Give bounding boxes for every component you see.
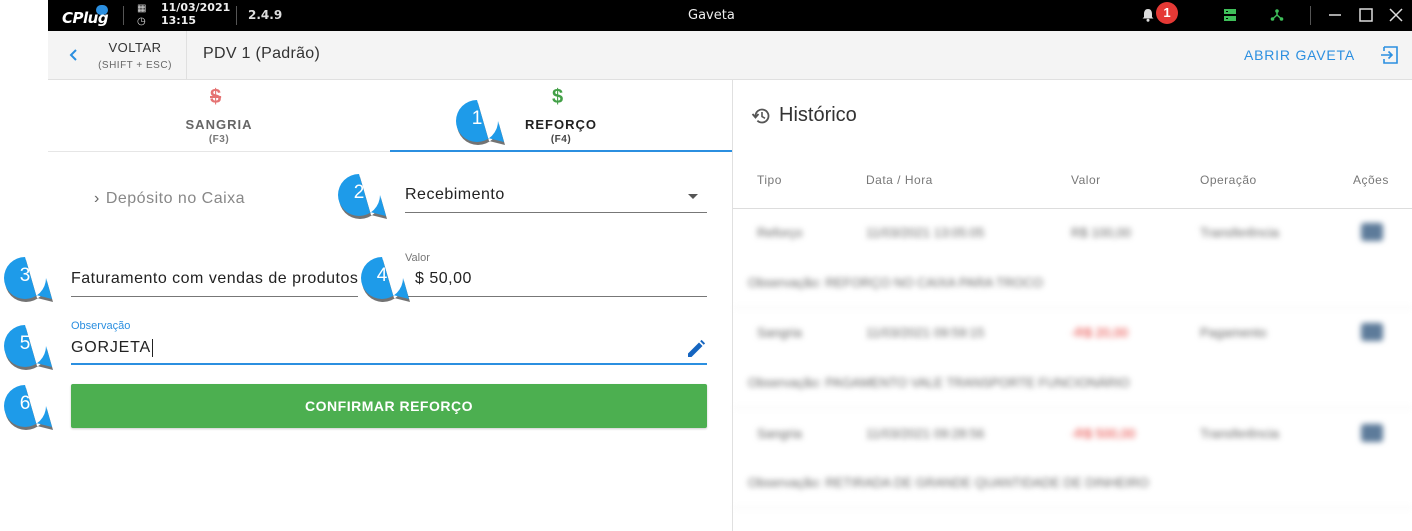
caret-down-icon [688,194,698,199]
column-header-data-hora: Data / Hora [866,173,933,187]
type-select-value: Recebimento [405,186,505,203]
history-icon [751,108,770,124]
column-header-tipo: Tipo [757,173,782,187]
row-data: 11/03/2021 09:59:15 [866,325,985,340]
separator [123,6,124,25]
row-data: 11/03/2021 13:05:05 [866,225,985,240]
divider [733,208,1412,209]
chevron-left-icon [69,49,77,61]
column-header-operacao: Operação [1200,173,1257,187]
row-data: 11/03/2021 09:28:56 [866,426,985,441]
row-action-icon[interactable] [1361,323,1383,341]
row-tipo: Sangria [757,325,802,340]
page-header: VOLTAR (SHIFT + ESC) PDV 1 (Padrão) ABRI… [48,31,1412,80]
minimize-icon[interactable] [1326,6,1344,24]
open-drawer-button[interactable]: ABRIR GAVETA [1244,47,1355,63]
version-label: 2.4.9 [248,8,283,22]
datetime: 11/03/2021 13:15 [161,1,230,27]
confirm-reforco-button[interactable]: CONFIRMAR REFORÇO [71,384,707,428]
observacao-input[interactable]: Observação GORJETA [71,318,707,365]
maximize-icon[interactable] [1357,6,1375,24]
time-text: 13:15 [161,14,197,27]
title-bar: CPlug ▦ ◷ 11/03/2021 13:15 2.4.9 Gaveta … [48,0,1412,31]
server-icon[interactable] [1223,8,1237,22]
cplug-logo: CPlug [62,5,114,27]
row-operacao: Transferência [1200,225,1279,240]
dollar-icon: $ [552,86,564,108]
column-header-acoes: Ações [1353,173,1389,187]
close-icon[interactable] [1387,6,1405,24]
callout-marker: 2 [336,172,387,220]
row-operacao: Pagamento [1200,325,1267,340]
tab-label: SANGRIA [185,117,253,132]
callout-marker: 6 [2,383,53,431]
row-valor: -R$ 20,00 [1071,325,1129,340]
separator [236,6,237,25]
clock-icon: ◷ [137,16,146,27]
callout-marker: 3 [2,255,53,303]
callout-number: 3 [19,265,31,286]
callout-number: 5 [19,333,31,354]
page-title: PDV 1 (Padrão) [203,45,321,62]
description-input[interactable]: Faturamento com vendas de produtos [71,262,358,297]
observacao-label: Observação [71,320,131,332]
row-action-icon[interactable] [1361,223,1383,241]
row-action-icon[interactable] [1361,424,1383,442]
calendar-icon: ▦ [137,3,147,14]
divider [733,307,1412,308]
row-observacao: Observação: RETIRADA DE GRANDE QUANTIDAD… [748,475,1149,490]
tab-label: REFORÇO [525,117,597,132]
back-shortcut-hint: (SHIFT + ESC) [98,60,172,71]
callout-marker: 4 [359,255,410,303]
notification-badge[interactable]: 1 [1156,2,1178,24]
divider [733,507,1412,508]
type-select[interactable]: Recebimento [405,182,707,213]
operation-tabs: $ SANGRIA (F3) $ REFORÇO (F4) [48,80,732,152]
tab-shortcut-hint: (F3) [208,134,230,145]
callout-number: 6 [19,393,31,414]
tab-sangria[interactable]: $ SANGRIA (F3) [48,80,390,152]
logo-text: CPlug [62,9,109,27]
back-label: VOLTAR [108,40,162,55]
tab-reforco[interactable]: $ REFORÇO (F4) [390,80,732,152]
bell-icon[interactable] [1141,8,1155,22]
back-button[interactable]: VOLTAR (SHIFT + ESC) [48,31,187,80]
row-observacao: Observação: REFORÇO NO CAIXA PARA TROCO [748,275,1043,290]
app-window: CPlug ▦ ◷ 11/03/2021 13:15 2.4.9 Gaveta … [0,0,1412,531]
callout-marker: 1 [454,98,505,146]
historico-title: Histórico [779,104,857,126]
window-title: Gaveta [688,8,735,23]
column-header-valor: Valor [1071,173,1101,187]
historico-panel: Histórico Tipo Data / Hora Valor Operaçã… [732,80,1412,531]
callout-marker: 5 [2,323,53,371]
row-tipo: Sangria [757,426,802,441]
datetime-icons: ▦ ◷ [137,2,149,28]
row-valor: -R$ 500,00 [1071,426,1136,441]
pencil-icon[interactable] [685,338,707,360]
dollar-off-icon: $ [210,86,222,108]
date-text: 11/03/2021 [161,1,231,14]
observacao-value: GORJETA [71,339,153,357]
callout-number: 4 [376,265,388,286]
exit-icon[interactable] [1380,45,1400,65]
separator [1310,6,1311,25]
deposit-breadcrumb: › Depósito no Caixa [94,190,245,208]
network-icon[interactable] [1270,8,1284,22]
row-valor: R$ 100,00 [1071,225,1131,240]
description-value: Faturamento com vendas de produtos [71,270,358,287]
chevron-right-icon: › [94,190,100,207]
row-tipo: Reforço [757,225,803,240]
row-observacao: Observação: PAGAMENTO VALE TRANSPORTE FU… [748,375,1130,390]
deposit-label: Depósito no Caixa [105,190,246,207]
valor-input[interactable]: Valor $ 50,00 [405,250,707,297]
row-operacao: Transferência [1200,426,1279,441]
callout-number: 1 [471,108,483,129]
divider [733,407,1412,408]
valor-value: $ 50,00 [415,270,472,287]
tab-shortcut-hint: (F4) [550,134,572,145]
active-tab-indicator [390,150,732,152]
callout-number: 2 [353,182,365,203]
